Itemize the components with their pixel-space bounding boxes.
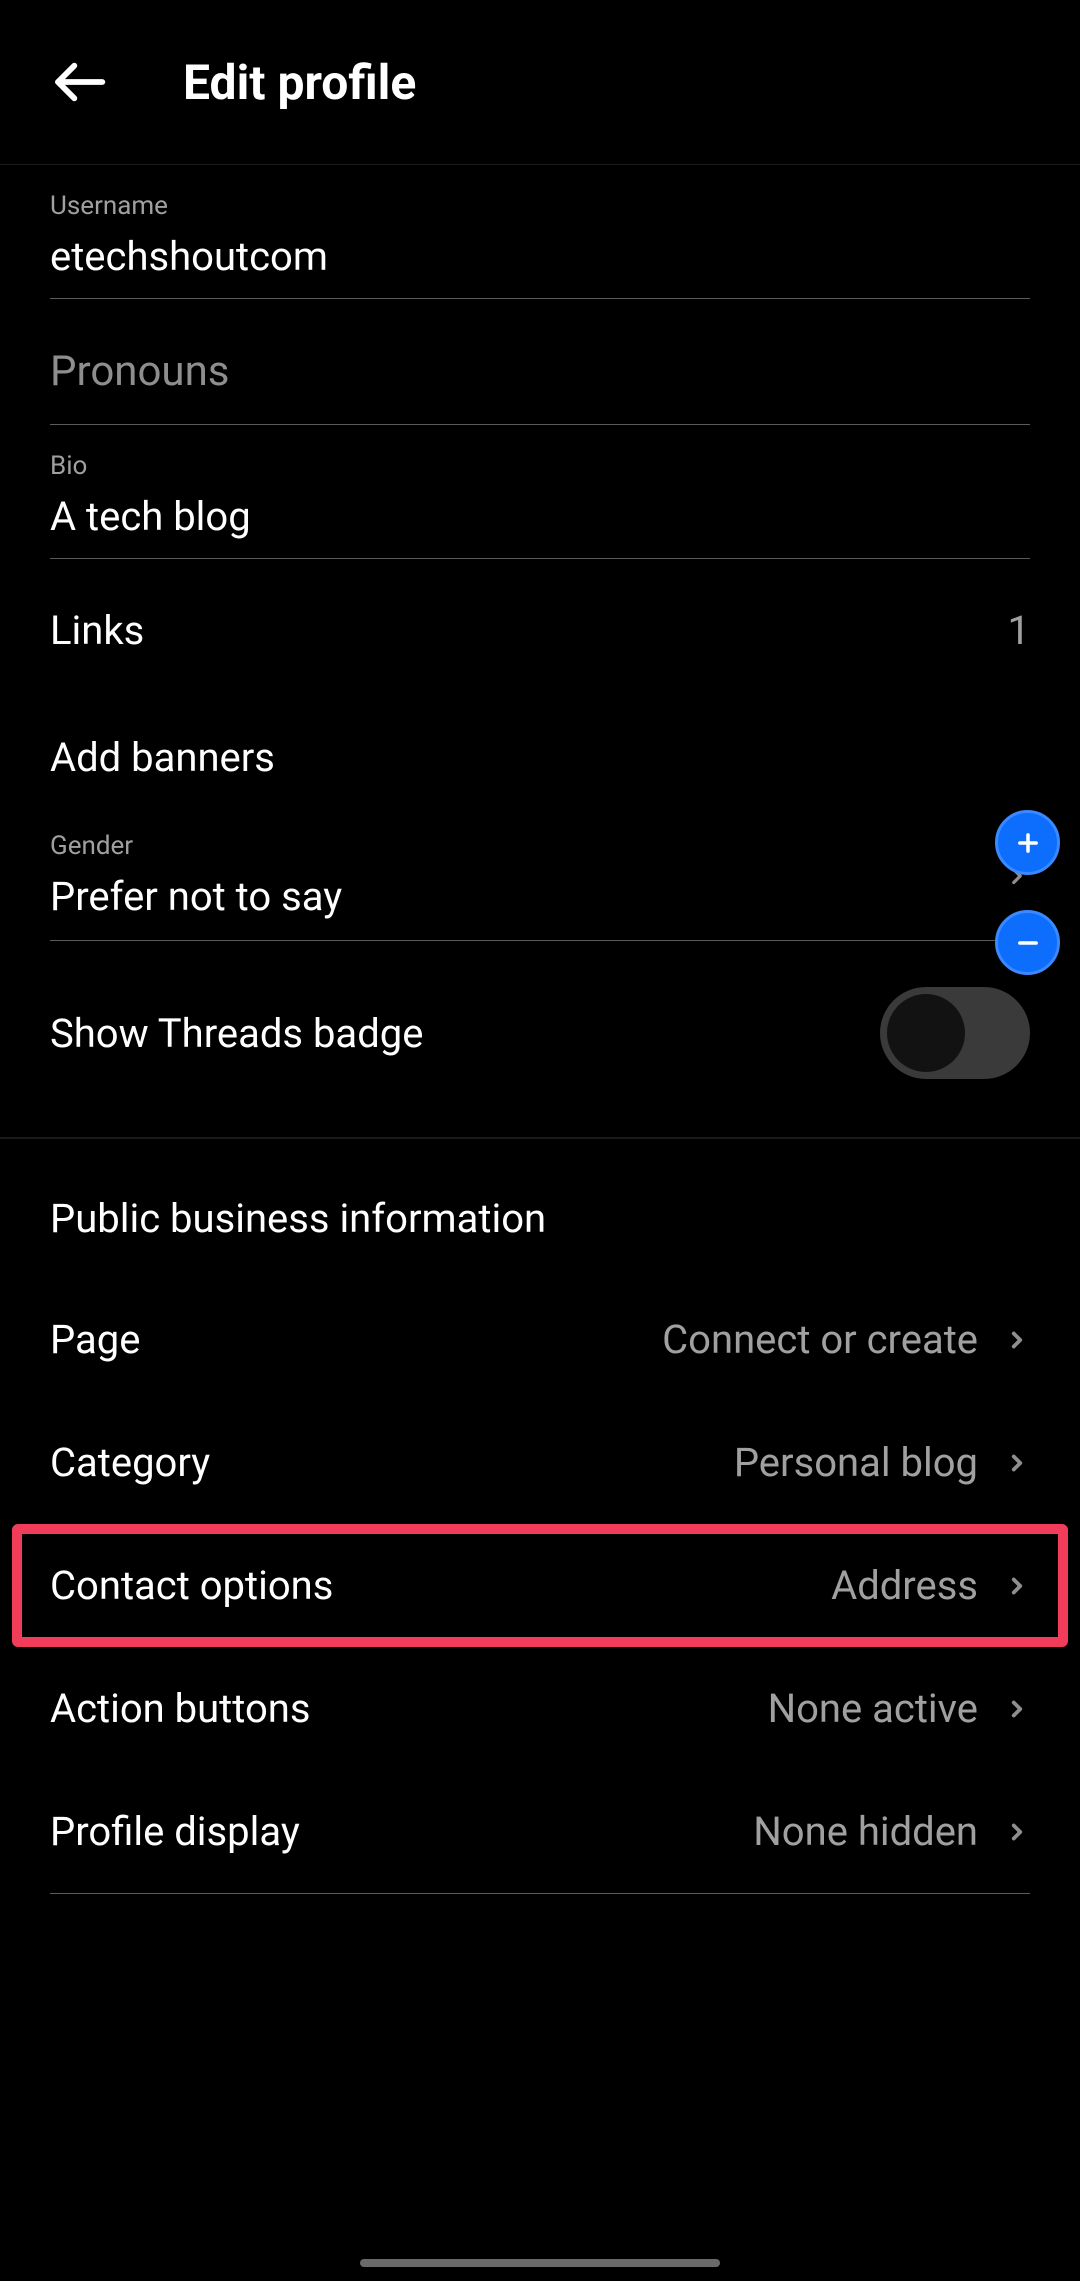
links-count: 1: [1008, 607, 1030, 654]
chevron-right-icon: [1004, 1696, 1030, 1722]
threads-badge-toggle[interactable]: [880, 987, 1030, 1079]
links-label: Links: [50, 607, 144, 654]
username-field[interactable]: Username etechshoutcom: [50, 165, 1030, 299]
gender-row[interactable]: Gender Prefer not to say: [50, 785, 1030, 941]
header: Edit profile: [0, 0, 1080, 165]
plus-icon: [1014, 829, 1042, 857]
action-buttons-value: None active: [768, 1685, 978, 1732]
home-indicator[interactable]: [360, 2259, 720, 2267]
profile-display-label: Profile display: [50, 1808, 300, 1855]
toggle-knob: [887, 994, 965, 1072]
bio-label: Bio: [50, 451, 1030, 481]
business-section-title: Public business information: [50, 1139, 1030, 1278]
page-value: Connect or create: [662, 1316, 978, 1363]
bio-value: A tech blog: [50, 493, 1030, 559]
pronouns-field[interactable]: Pronouns: [50, 299, 1030, 425]
fab-minus-button[interactable]: [995, 910, 1060, 975]
gender-label: Gender: [50, 831, 1004, 861]
fab-plus-button[interactable]: [995, 810, 1060, 875]
add-banners-row[interactable]: Add banners: [50, 686, 1030, 785]
contact-options-label: Contact options: [50, 1562, 333, 1609]
chevron-right-icon: [1004, 1450, 1030, 1476]
page-title: Edit profile: [183, 54, 416, 111]
pronouns-label: Pronouns: [50, 347, 1030, 425]
username-label: Username: [50, 191, 1030, 221]
page-label: Page: [50, 1316, 140, 1363]
threads-badge-label: Show Threads badge: [50, 1010, 423, 1057]
chevron-right-icon: [1004, 1327, 1030, 1353]
links-row[interactable]: Links 1: [50, 559, 1030, 686]
minus-icon: [1014, 929, 1042, 957]
action-buttons-label: Action buttons: [50, 1685, 311, 1732]
profile-display-row[interactable]: Profile display None hidden: [50, 1770, 1030, 1893]
page-row[interactable]: Page Connect or create: [50, 1278, 1030, 1401]
add-banners-label: Add banners: [50, 734, 275, 781]
category-value: Personal blog: [734, 1439, 978, 1486]
category-label: Category: [50, 1439, 210, 1486]
category-row[interactable]: Category Personal blog: [50, 1401, 1030, 1524]
chevron-right-icon: [1004, 1819, 1030, 1845]
contact-options-value: Address: [831, 1562, 978, 1609]
contact-options-row[interactable]: Contact options Address: [12, 1524, 1068, 1647]
gender-value: Prefer not to say: [50, 873, 1004, 920]
username-value: etechshoutcom: [50, 233, 1030, 299]
bio-field[interactable]: Bio A tech blog: [50, 425, 1030, 559]
back-button[interactable]: [46, 50, 111, 115]
threads-badge-row: Show Threads badge: [50, 941, 1030, 1137]
profile-display-value: None hidden: [753, 1808, 978, 1855]
chevron-right-icon: [1004, 1573, 1030, 1599]
arrow-left-icon: [51, 54, 107, 110]
action-buttons-row[interactable]: Action buttons None active: [50, 1647, 1030, 1770]
